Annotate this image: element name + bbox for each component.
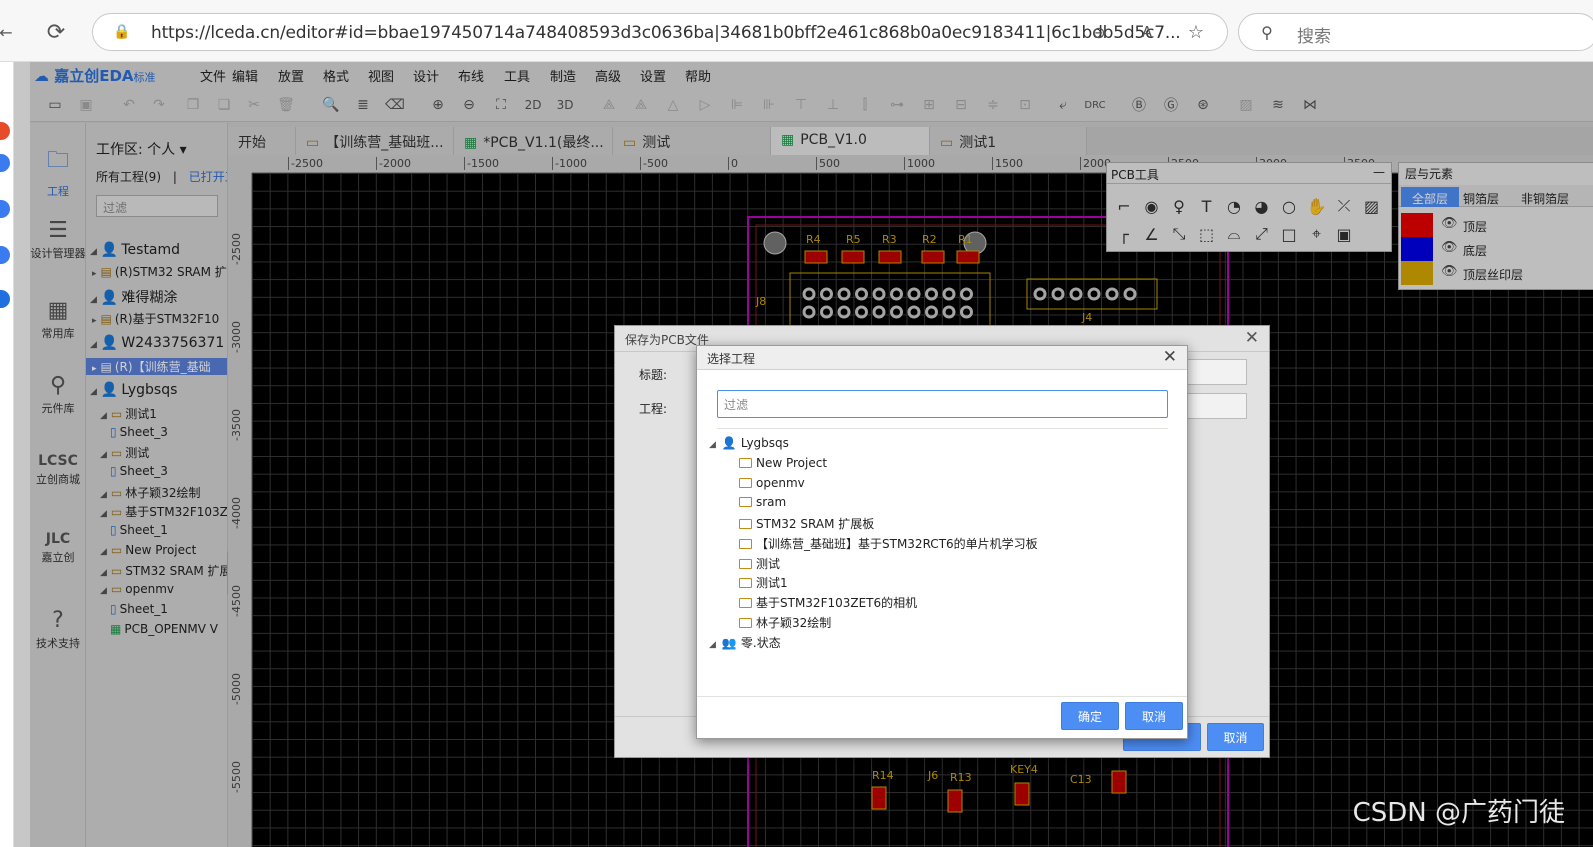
project-option[interactable]: sram xyxy=(739,495,786,509)
divider xyxy=(717,428,1168,429)
close-icon[interactable]: ✕ xyxy=(1245,328,1259,348)
sidebar-app-icon[interactable] xyxy=(0,200,10,218)
browser-search-box[interactable]: ⚲ 搜索 xyxy=(1238,13,1593,51)
dialog-header: 选择工程 ✕ xyxy=(697,346,1187,370)
project-name: 林子颖32绘制 xyxy=(756,615,832,630)
read-aloud-icon[interactable]: A xyxy=(1136,21,1158,43)
folder-icon xyxy=(739,477,752,488)
user-icon: 👤 xyxy=(721,436,737,450)
project-option[interactable]: 林子颖32绘制 xyxy=(739,614,831,631)
ok-button[interactable]: 确定 xyxy=(1061,702,1119,730)
sidebar-app-icon[interactable] xyxy=(0,290,10,308)
project-option[interactable]: STM32 SRAM 扩展板 xyxy=(739,515,874,532)
project-name: sram xyxy=(756,495,787,510)
folder-icon xyxy=(739,597,752,608)
back-icon[interactable]: ← xyxy=(0,20,13,44)
folder-icon xyxy=(739,497,752,508)
cancel-button[interactable]: 取消 xyxy=(1125,702,1183,730)
team-icon: 👥 xyxy=(721,636,737,650)
folder-icon xyxy=(739,617,752,628)
divider xyxy=(697,696,1187,697)
close-icon[interactable]: ✕ xyxy=(1163,347,1177,367)
project-name: STM32 SRAM 扩展板 xyxy=(756,517,875,532)
project-option[interactable]: openmv xyxy=(739,476,805,490)
collapse-icon[interactable]: ◢ xyxy=(709,440,716,450)
project-option[interactable]: 基于STM32F103ZET6的相机 xyxy=(739,594,917,611)
folder-icon xyxy=(739,538,752,549)
watermark: CSDN @广药门徒 xyxy=(1352,798,1565,828)
project-option[interactable]: 测试1 xyxy=(739,574,788,591)
project-name: New Project xyxy=(756,456,828,470)
dialog-title: 选择工程 xyxy=(707,352,756,366)
sidebar-app-icon[interactable] xyxy=(0,246,10,264)
browser-sidebar xyxy=(0,62,14,847)
folder-icon xyxy=(739,578,752,589)
url-text[interactable]: https://lceda.cn/editor#id=bbae197450714… xyxy=(151,23,1181,43)
lock-icon[interactable]: 🔒 xyxy=(113,23,131,41)
project-option[interactable]: 【训练营_基础班】基于STM32RCT6的单片机学习板 xyxy=(739,535,1038,552)
project-option[interactable]: New Project xyxy=(739,456,827,470)
save-cancel-button[interactable]: 取消 xyxy=(1207,723,1264,751)
project-label: 工程: xyxy=(639,402,668,416)
collapse-icon[interactable]: ◢ xyxy=(709,640,716,650)
folder-icon xyxy=(739,558,752,569)
owner-label: Lygbsqs xyxy=(740,436,789,450)
zoom-out-icon[interactable]: ⊖ xyxy=(1088,21,1110,43)
search-placeholder: 搜索 xyxy=(1297,27,1331,47)
favorite-star-icon[interactable]: ☆ xyxy=(1185,21,1207,43)
team-label: 零.状态 xyxy=(740,636,781,650)
select-project-dialog: 选择工程 ✕ 过滤 确定 取消 ◢ 👤 Lygbsqs New Project open… xyxy=(696,345,1188,739)
project-name: 测试 xyxy=(756,556,781,571)
project-name: 【训练营_基础班】基于STM32RCT6的单片机学习板 xyxy=(756,536,1038,551)
sidebar-app-icon[interactable] xyxy=(0,154,10,172)
project-name: 测试1 xyxy=(756,576,788,591)
sidebar-app-icon[interactable] xyxy=(0,122,10,140)
browser-toolbar: ← ⟳ 🔒 https://lceda.cn/editor#id=bbae197… xyxy=(0,0,1593,62)
tree-team-row[interactable]: ◢ 👥 零.状态 xyxy=(709,634,781,651)
title-label: 标题: xyxy=(639,368,668,382)
reload-icon[interactable]: ⟳ xyxy=(42,18,70,46)
address-bar[interactable]: 🔒 https://lceda.cn/editor#id=bbae1974507… xyxy=(92,13,1228,51)
folder-icon xyxy=(739,458,752,468)
folder-icon xyxy=(739,519,752,530)
tree-owner-row[interactable]: ◢ 👤 Lygbsqs xyxy=(709,436,789,450)
project-filter-input[interactable]: 过滤 xyxy=(717,390,1168,418)
project-option[interactable]: 测试 xyxy=(739,555,780,572)
project-name: 基于STM32F103ZET6的相机 xyxy=(756,595,918,610)
project-name: openmv xyxy=(756,475,805,490)
search-icon: ⚲ xyxy=(1261,22,1273,42)
